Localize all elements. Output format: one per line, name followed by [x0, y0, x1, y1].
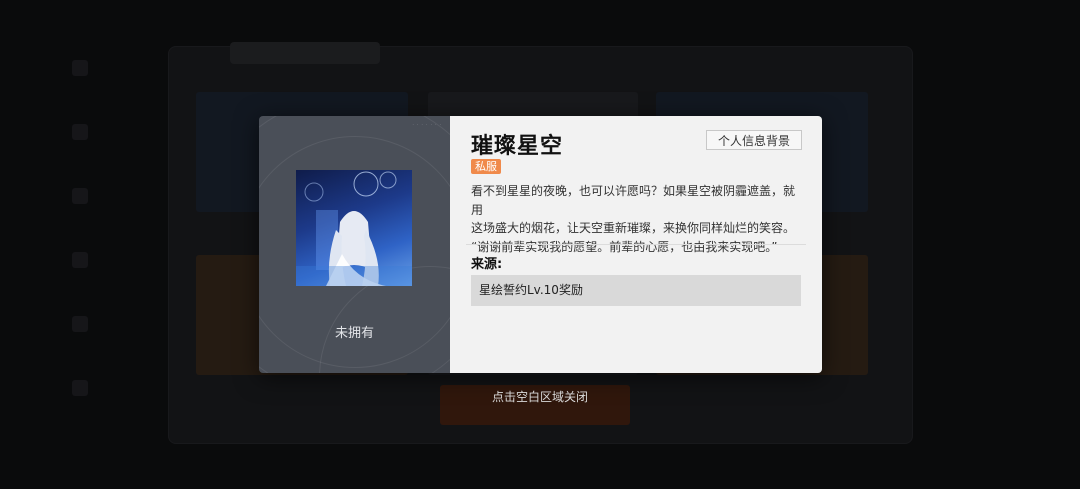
description-line: 这场盛大的烟花，让天空重新璀璨，来换你同样灿烂的笑容。: [471, 221, 796, 235]
description-line: “谢谢前辈实现我的愿望。前辈的心愿，也由我来实现吧。”: [471, 239, 778, 254]
dialog-preview-panel: · · · · · · · 未拥有: [259, 116, 450, 373]
category-tag: 私服: [471, 159, 501, 174]
skin-detail-dialog: · · · · · · · 未拥有 璀璨星空 个人信息背景 私服 看不到星星的夜…: [259, 116, 822, 373]
decorative-text: · · · · · · ·: [412, 122, 442, 127]
description-line: 看不到星星的夜晚，也可以许愿吗？如果星空被阴霾遮盖，就用: [471, 184, 796, 217]
dialog-info-panel: 璀璨星空 个人信息背景 私服 看不到星星的夜晚，也可以许愿吗？如果星空被阴霾遮盖…: [450, 116, 822, 373]
ownership-status: 未拥有: [334, 326, 374, 341]
source-item[interactable]: 星绘誓约Lv.10奖励: [471, 275, 801, 306]
portrait-icon: [296, 170, 412, 286]
divider: [466, 244, 806, 245]
type-button[interactable]: 个人信息背景: [706, 130, 802, 150]
source-heading: 来源:: [471, 257, 503, 272]
close-hint: 点击空白区域关闭: [491, 390, 588, 404]
skin-title: 璀璨星空: [471, 134, 564, 159]
